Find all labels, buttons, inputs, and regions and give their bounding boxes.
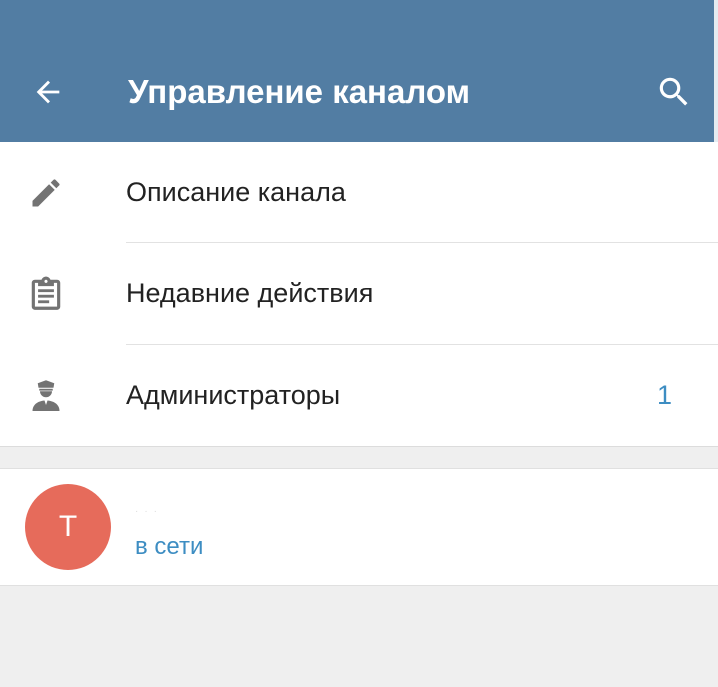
- avatar: T: [25, 484, 111, 570]
- channel-settings-menu: Описание канала Недавние действия Админи…: [0, 142, 718, 447]
- app-header: Управление каналом: [0, 0, 718, 142]
- user-name-placeholder: ···: [135, 506, 163, 517]
- menu-item-channel-description[interactable]: Описание канала: [0, 142, 718, 243]
- menu-item-administrators[interactable]: Администраторы 1: [0, 345, 718, 446]
- menu-item-label: Недавние действия: [126, 278, 374, 308]
- page-title: Управление каналом: [128, 73, 471, 110]
- member-row[interactable]: T ··· в сети: [0, 468, 718, 586]
- clipboard-icon: [24, 272, 68, 316]
- search-icon: [659, 77, 688, 106]
- menu-item-label: Описание канала: [126, 177, 346, 207]
- arrow-left-icon: [36, 80, 60, 104]
- administrators-count: 1: [656, 380, 672, 410]
- admin-icon: [24, 374, 68, 418]
- header-edge: [714, 0, 718, 142]
- menu-item-label: Администраторы: [126, 380, 341, 410]
- menu-item-recent-actions[interactable]: Недавние действия: [0, 243, 718, 344]
- back-button[interactable]: [22, 66, 74, 118]
- pencil-icon: [24, 171, 68, 215]
- search-button[interactable]: [648, 66, 700, 118]
- user-status: в сети: [135, 533, 204, 560]
